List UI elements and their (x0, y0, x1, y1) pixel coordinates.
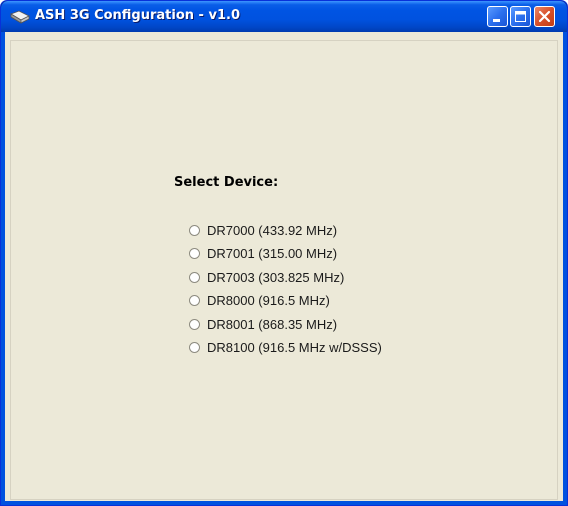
radio-dr7001[interactable]: DR7001 (315.00 MHz) (189, 244, 337, 262)
minimize-icon (493, 19, 500, 22)
radio-label: DR7001 (315.00 MHz) (207, 245, 338, 261)
radio-dr8000[interactable]: DR8000 (916.5 MHz) (189, 291, 330, 309)
maximize-icon (515, 11, 526, 22)
window-frame-bottom (1, 501, 567, 505)
close-button[interactable] (534, 6, 555, 27)
close-icon (538, 10, 551, 23)
radio-dr8001[interactable]: DR8001 (868.35 MHz) (189, 315, 337, 333)
radio-dr7000[interactable]: DR7000 (433.92 MHz) (189, 221, 337, 239)
window-frame-right (563, 32, 567, 505)
radio-dr8100[interactable]: DR8100 (916.5 MHz w/DSSS) (189, 338, 382, 356)
radio-button-icon[interactable] (189, 224, 200, 236)
radio-label: DR7000 (433.92 MHz) (207, 222, 338, 238)
client-area: Select Device: DR7000 (433.92 MHz) DR700… (5, 32, 563, 501)
radio-button-icon[interactable] (189, 247, 200, 259)
radio-button-icon[interactable] (189, 294, 200, 306)
radio-dr7003[interactable]: DR7003 (303.825 MHz) (189, 268, 344, 286)
title-bar[interactable]: ASH 3G Configuration - v1.0 (1, 1, 567, 32)
minimize-button[interactable] (487, 6, 508, 27)
radio-button-icon[interactable] (189, 271, 200, 283)
app-icon (10, 10, 30, 24)
radio-button-icon[interactable] (189, 341, 200, 353)
radio-label: DR8001 (868.35 MHz) (207, 316, 338, 332)
maximize-button[interactable] (510, 6, 531, 27)
radio-label: DR8000 (916.5 MHz) (207, 292, 330, 308)
select-device-label: Select Device: (174, 175, 279, 190)
radio-label: DR7003 (303.825 MHz) (207, 269, 345, 285)
window-title: ASH 3G Configuration - v1.0 (35, 8, 240, 23)
radio-label: DR8100 (916.5 MHz w/DSSS) (207, 339, 382, 355)
app-window: ASH 3G Configuration - v1.0 Select Devic… (0, 0, 568, 506)
radio-button-icon[interactable] (189, 318, 200, 330)
